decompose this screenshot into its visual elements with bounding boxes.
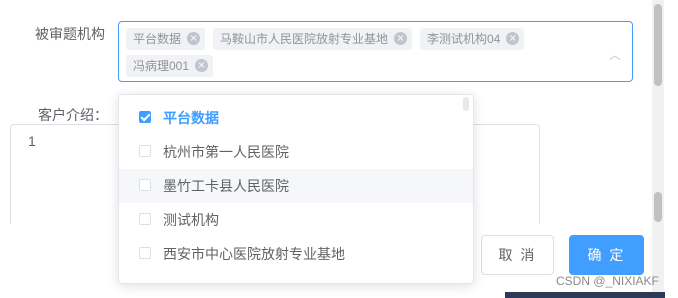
checkbox-icon[interactable] — [139, 247, 151, 259]
tag-label: 冯病理001 — [133, 59, 190, 73]
tag-close-icon[interactable]: × — [394, 32, 408, 45]
dropdown-option[interactable]: 平台数据 — [119, 101, 473, 135]
selected-tag: 平台数据 × — [126, 28, 206, 50]
org-multi-select[interactable]: 平台数据 × 马鞍山市人民医院放射专业基地 × 李测试机构04 × 冯病理001… — [118, 21, 633, 82]
watermark-text: CSDN @_NIXIAKF — [556, 274, 659, 288]
option-label: 杭州市第一人民医院 — [163, 144, 289, 160]
tag-label: 马鞍山市人民医院放射专业基地 — [220, 32, 389, 46]
checkbox-icon[interactable] — [139, 145, 151, 157]
selected-tag: 马鞍山市人民医院放射专业基地 × — [213, 28, 413, 50]
client-intro-label: 客户介绍： — [38, 107, 108, 123]
tag-close-icon[interactable]: × — [506, 32, 520, 45]
scrollbar-thumb[interactable] — [654, 4, 662, 86]
dropdown-option[interactable]: 西安市中心医院放射专业基地 — [119, 237, 473, 271]
bottom-strip — [505, 292, 665, 298]
dropdown-option[interactable]: 测试机构 — [119, 203, 473, 237]
option-label: 测试机构 — [163, 212, 219, 228]
selected-tag: 冯病理001 × — [126, 55, 214, 77]
tag-label: 李测试机构04 — [427, 32, 501, 46]
textarea-value: 1 — [28, 133, 36, 149]
checkbox-icon[interactable] — [139, 179, 151, 191]
chevron-up-icon[interactable]: ︿ — [609, 46, 621, 63]
checkbox-icon[interactable] — [139, 213, 151, 225]
option-label: 西安市中心医院放射专业基地 — [163, 246, 345, 262]
org-dropdown-menu: 平台数据 杭州市第一人民医院 墨竹工卡县人民医院 测试机构 西安市中心医院放射专… — [118, 94, 474, 284]
option-label: 平台数据 — [163, 110, 219, 126]
cancel-button[interactable]: 取 消 — [481, 235, 554, 275]
dropdown-option[interactable]: 墨竹工卡县人民医院 — [119, 169, 473, 203]
tag-label: 平台数据 — [133, 32, 182, 46]
selected-tag: 李测试机构04 × — [420, 28, 525, 50]
scrollbar-thumb-lower[interactable] — [654, 192, 662, 222]
checkbox-checked-icon[interactable] — [139, 111, 151, 123]
tag-close-icon[interactable]: × — [187, 32, 201, 45]
page-edge — [664, 0, 678, 298]
dropdown-option[interactable]: 杭州市第一人民医院 — [119, 135, 473, 169]
confirm-button[interactable]: 确 定 — [569, 235, 644, 275]
option-label: 墨竹工卡县人民医院 — [163, 178, 289, 194]
org-field-label: 被审题机构 — [35, 26, 105, 42]
tag-close-icon[interactable]: × — [195, 59, 209, 72]
